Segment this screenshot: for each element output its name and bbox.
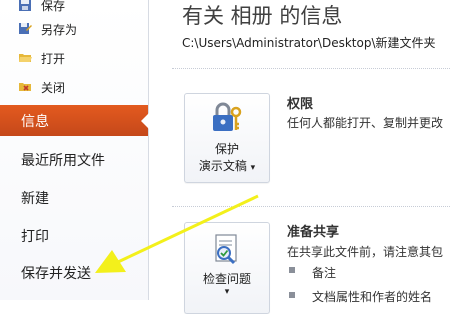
sidebar-item-close[interactable]: 关闭 (0, 72, 148, 100)
check-issues-label: 检查问题 (202, 272, 251, 286)
bullet-icon (289, 267, 295, 273)
permissions-heading: 权限 (287, 97, 314, 112)
chevron-down-icon: ▾ (224, 287, 230, 297)
sidebar-item-print[interactable]: 打印 (21, 226, 49, 246)
sidebar-item-info-label: 信息 (21, 114, 49, 130)
sidebar-item-save-as-label: 另存为 (41, 23, 78, 37)
sidebar-item-new[interactable]: 新建 (21, 188, 49, 208)
protect-presentation-button[interactable]: 保护 演示文稿 ▾ (184, 93, 270, 183)
sidebar-item-info[interactable]: 信息 (0, 105, 149, 136)
protect-label-line1: 保护 (214, 142, 239, 156)
bullet-item-properties: 文档属性和作者的姓名 (312, 290, 433, 304)
save-as-icon (19, 23, 32, 34)
sidebar-item-recent[interactable]: 最近所用文件 (21, 150, 105, 170)
section-divider (172, 206, 450, 207)
open-folder-icon (19, 54, 32, 62)
prepare-sharing-description: 在共享此文件前，请注意其包 (287, 245, 444, 259)
selection-notch (141, 113, 149, 129)
protect-label-line2: 演示文稿 (198, 159, 247, 173)
sidebar-item-save-as[interactable]: 另存为 (0, 14, 148, 42)
backstage-sidebar: 保存 另存为 打开 关闭 信息 最近所用文件 新建 打印 保存并发送 (0, 0, 149, 300)
save-icon (19, 0, 31, 11)
sidebar-item-save-send[interactable]: 保存并发送 (21, 263, 91, 283)
file-path: C:\Users\Administrator\Desktop\新建文件夹 (182, 36, 436, 50)
inspect-document-icon (215, 234, 237, 265)
prepare-sharing-heading: 准备共享 (287, 225, 340, 240)
chevron-down-icon: ▾ (250, 163, 256, 173)
close-document-icon (19, 83, 31, 91)
check-for-issues-button[interactable]: 检查问题 ▾ (184, 222, 270, 314)
section-divider (172, 68, 450, 69)
lock-key-icon (213, 102, 242, 131)
bullet-item-notes: 备注 (312, 266, 337, 280)
page-title: 有关 相册 的信息 (182, 4, 343, 28)
sidebar-item-close-label: 关闭 (41, 81, 66, 95)
sidebar-item-open[interactable]: 打开 (0, 43, 148, 71)
sidebar-item-save-label: 保存 (41, 0, 66, 13)
bullet-icon (289, 292, 295, 298)
sidebar-item-open-label: 打开 (41, 52, 66, 66)
permissions-description: 任何人都能打开、复制并更改 (287, 116, 444, 130)
